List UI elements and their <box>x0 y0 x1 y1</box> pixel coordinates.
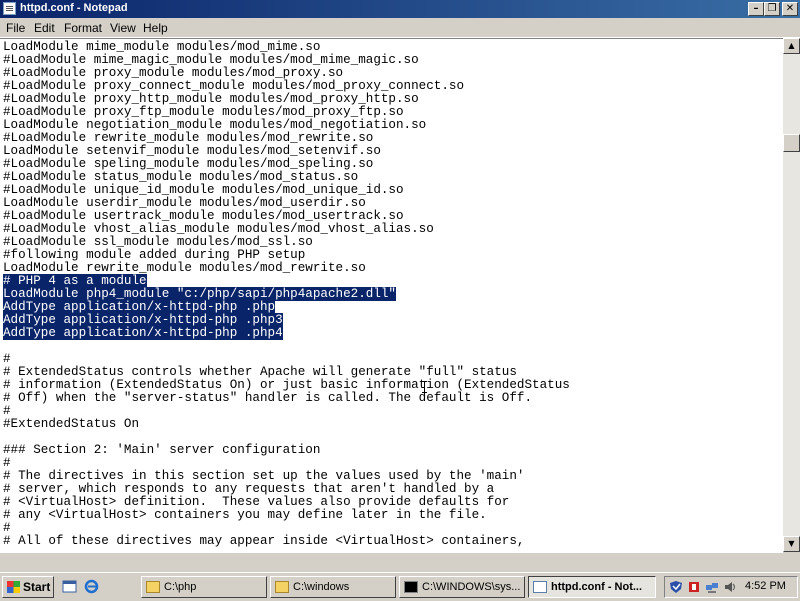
notepad-icon <box>533 581 547 593</box>
selected-text-line[interactable]: AddType application/x-httpd-php .php4 <box>3 326 570 340</box>
title-bar[interactable]: httpd.conf - Notepad – ❐ ✕ <box>0 0 800 18</box>
text-line-content: #LoadModule vhost_alias_module modules/m… <box>3 222 434 236</box>
taskbar-item-label: C:\WINDOWS\sys... <box>422 581 521 593</box>
text-line-content: #ExtendedStatus On <box>3 417 140 431</box>
text-line-content: #LoadModule proxy_http_module modules/mo… <box>3 92 419 106</box>
editor-text[interactable]: LoadModule mime_module modules/mod_mime.… <box>3 41 570 548</box>
vertical-scrollbar[interactable]: ▲ ▼ <box>783 38 800 552</box>
text-line-content: AddType application/x-httpd-php .php3 <box>3 313 283 327</box>
taskbar: Start C:\php C:\windows C:\WINDOWS\sys..… <box>0 572 800 601</box>
text-line-content: # any <VirtualHost> containers you may d… <box>3 508 487 522</box>
security-icon[interactable] <box>687 580 701 594</box>
start-button[interactable]: Start <box>2 576 54 598</box>
scroll-down-button[interactable]: ▼ <box>783 536 800 552</box>
shield-icon[interactable] <box>669 580 683 594</box>
taskbar-item-windows-folder[interactable]: C:\windows <box>270 576 396 598</box>
text-line[interactable]: # All of these directives may appear ins… <box>3 535 570 548</box>
text-line-content: #LoadModule usertrack_module modules/mod… <box>3 209 404 223</box>
menu-file[interactable]: File <box>6 21 25 35</box>
internet-explorer-icon[interactable] <box>84 579 99 594</box>
text-line-content: LoadModule php4_module "c:/php/sapi/php4… <box>3 287 396 301</box>
text-line[interactable]: # any <VirtualHost> containers you may d… <box>3 509 570 522</box>
text-line-content: #LoadModule proxy_ftp_module modules/mod… <box>3 105 404 119</box>
menu-edit[interactable]: Edit <box>34 21 55 35</box>
scrollbar-thumb[interactable] <box>783 134 800 152</box>
taskbar-item-notepad[interactable]: httpd.conf - Not... <box>528 576 656 598</box>
text-line-content: #LoadModule ssl_module modules/mod_ssl.s… <box>3 235 313 249</box>
text-editor[interactable]: LoadModule mime_module modules/mod_mime.… <box>0 38 783 553</box>
text-line-content: # <VirtualHost> definition. These values… <box>3 495 510 509</box>
text-line-content: #LoadModule mime_magic_module modules/mo… <box>3 53 419 67</box>
menu-view[interactable]: View <box>110 21 136 35</box>
menu-format[interactable]: Format <box>64 21 102 35</box>
maximize-button[interactable]: ❐ <box>764 2 780 16</box>
volume-icon[interactable] <box>723 580 737 594</box>
text-line-content: # <box>3 404 11 418</box>
text-cursor-icon <box>422 381 427 393</box>
text-line-content: #LoadModule proxy_module modules/mod_pro… <box>3 66 344 80</box>
text-line[interactable]: ### Section 2: 'Main' server configurati… <box>3 444 570 457</box>
text-line-content: LoadModule mime_module modules/mod_mime.… <box>3 40 321 54</box>
window-title: httpd.conf - Notepad <box>20 2 128 14</box>
text-line[interactable]: # Off) when the "server-status" handler … <box>3 392 570 405</box>
text-line-content: # All of these directives may appear ins… <box>3 534 525 548</box>
text-line-content: # The directives in this section set up … <box>3 469 525 483</box>
taskbar-item-php-folder[interactable]: C:\php <box>141 576 267 598</box>
folder-icon <box>146 581 160 593</box>
text-line-content: #LoadModule rewrite_module modules/mod_r… <box>3 131 374 145</box>
text-line-content: # <box>3 456 11 470</box>
text-line-content: #LoadModule status_module modules/mod_st… <box>3 170 359 184</box>
text-line-content: #LoadModule unique_id_module modules/mod… <box>3 183 404 197</box>
scroll-up-button[interactable]: ▲ <box>783 38 800 54</box>
text-line-content: #following module added during PHP setup <box>3 248 306 262</box>
menu-bar: File Edit Format View Help <box>0 18 800 38</box>
text-line-content: # Off) when the "server-status" handler … <box>3 391 533 405</box>
text-line-content: AddType application/x-httpd-php .php <box>3 300 276 314</box>
folder-icon <box>275 581 289 593</box>
text-line-content: #LoadModule proxy_connect_module modules… <box>3 79 465 93</box>
start-label: Start <box>23 580 51 594</box>
taskbar-item-label: C:\windows <box>293 581 350 593</box>
text-line-content: ### Section 2: 'Main' server configurati… <box>3 443 321 457</box>
text-line-content: # ExtendedStatus controls whether Apache… <box>3 365 517 379</box>
taskbar-item-label: C:\php <box>164 581 197 593</box>
menu-help[interactable]: Help <box>143 21 168 35</box>
network-icon[interactable] <box>705 580 719 594</box>
text-line-content: # <box>3 521 11 535</box>
text-line[interactable]: #ExtendedStatus On <box>3 418 570 431</box>
text-line-content: LoadModule setenvif_module modules/mod_s… <box>3 144 381 158</box>
minimize-button[interactable]: – <box>748 2 764 16</box>
taskbar-item-label: httpd.conf - Not... <box>551 581 643 593</box>
command-prompt-icon <box>404 581 418 593</box>
text-line-content: # <box>3 352 11 366</box>
clock[interactable]: 4:52 PM <box>745 580 786 592</box>
text-line-content: AddType application/x-httpd-php .php4 <box>3 326 283 340</box>
system-tray: 4:52 PM <box>664 576 798 598</box>
text-line-content: # PHP 4 as a module <box>3 274 147 288</box>
text-line-content: #LoadModule speling_module modules/mod_s… <box>3 157 374 171</box>
text-line-content: # information (ExtendedStatus On) or jus… <box>3 378 570 392</box>
text-line-content: LoadModule rewrite_module modules/mod_re… <box>3 261 366 275</box>
taskbar-item-command-prompt[interactable]: C:\WINDOWS\sys... <box>399 576 525 598</box>
windows-logo-icon <box>7 581 20 593</box>
text-line-content: # server, which responds to any requests… <box>3 482 495 496</box>
close-button[interactable]: ✕ <box>782 2 798 16</box>
text-line-content: LoadModule negotiation_module modules/mo… <box>3 118 427 132</box>
show-desktop-icon[interactable] <box>62 579 77 594</box>
notepad-icon[interactable] <box>3 2 16 15</box>
text-line-content: LoadModule userdir_module modules/mod_us… <box>3 196 366 210</box>
text-line[interactable] <box>3 340 570 353</box>
